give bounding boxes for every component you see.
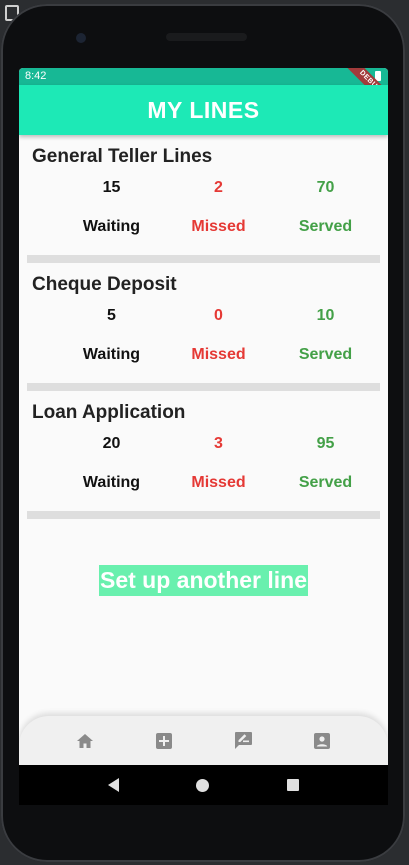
back-icon[interactable]: [107, 778, 119, 792]
status-time: 8:42: [25, 70, 47, 82]
line-stats: 15 Waiting 2 Missed 70 Served: [32, 179, 379, 236]
waiting-stat: 5 Waiting: [58, 307, 165, 364]
waiting-count: 5: [107, 307, 116, 324]
served-label: Served: [298, 218, 353, 235]
waiting-stat: 15 Waiting: [58, 179, 165, 236]
setup-another-line-button[interactable]: Set up another line: [98, 565, 309, 596]
served-stat: 10 Served: [272, 307, 379, 364]
nav-account[interactable]: [302, 721, 342, 761]
line-card[interactable]: Cheque Deposit 5 Waiting 0 Missed 10 Ser…: [19, 263, 388, 364]
earpiece-speaker: [166, 33, 247, 41]
add-box-icon: [155, 732, 172, 749]
served-label: Served: [298, 474, 353, 491]
line-stats: 5 Waiting 0 Missed 10 Served: [32, 307, 379, 364]
waiting-label: Waiting: [82, 474, 141, 491]
lines-list: General Teller Lines 15 Waiting 2 Missed…: [19, 135, 388, 519]
home-icon: [76, 733, 93, 748]
served-stat: 95 Served: [272, 435, 379, 492]
missed-count: 2: [214, 179, 223, 196]
missed-label: Missed: [191, 218, 246, 235]
waiting-label: Waiting: [82, 346, 141, 363]
served-stat: 70 Served: [272, 179, 379, 236]
home-circle-icon[interactable]: [196, 778, 210, 792]
card-divider: [27, 255, 380, 263]
page-title: MY LINES: [147, 96, 260, 123]
line-card[interactable]: Loan Application 20 Waiting 3 Missed 95 …: [19, 391, 388, 492]
rate-review-icon: [234, 732, 252, 749]
served-count: 70: [316, 179, 335, 196]
line-title: Loan Application: [32, 402, 186, 423]
served-count: 10: [316, 307, 335, 324]
waiting-count: 20: [102, 435, 121, 452]
served-count: 95: [316, 435, 335, 452]
missed-label: Missed: [191, 346, 246, 363]
missed-stat: 3 Missed: [165, 435, 272, 492]
line-stats: 20 Waiting 3 Missed 95 Served: [32, 435, 379, 492]
waiting-count: 15: [102, 179, 121, 196]
line-card[interactable]: General Teller Lines 15 Waiting 2 Missed…: [19, 135, 388, 236]
card-divider: [27, 511, 380, 519]
missed-count: 3: [214, 435, 223, 452]
waiting-label: Waiting: [82, 218, 141, 235]
account-box-icon: [314, 732, 331, 749]
missed-count: 0: [214, 307, 223, 324]
system-navigation-bar: [19, 765, 388, 805]
nav-add-line[interactable]: [144, 721, 184, 761]
card-divider: [27, 383, 380, 391]
front-camera: [76, 33, 86, 43]
nav-home[interactable]: [65, 721, 105, 761]
bottom-navigation: [19, 716, 388, 765]
waiting-stat: 20 Waiting: [58, 435, 165, 492]
setup-section: Set up another line: [19, 565, 388, 596]
status-bar: 8:42 DEBUG: [19, 68, 388, 115]
app-screen: 8:42 DEBUG MY LINES General Teller Lines…: [19, 68, 388, 765]
line-title: Cheque Deposit: [32, 274, 177, 295]
missed-label: Missed: [191, 474, 246, 491]
missed-stat: 2 Missed: [165, 179, 272, 236]
line-title: General Teller Lines: [32, 146, 213, 167]
served-label: Served: [298, 346, 353, 363]
app-bar: MY LINES: [19, 85, 388, 135]
recents-icon[interactable]: [287, 779, 300, 791]
nav-review[interactable]: [223, 721, 263, 761]
missed-stat: 0 Missed: [165, 307, 272, 364]
